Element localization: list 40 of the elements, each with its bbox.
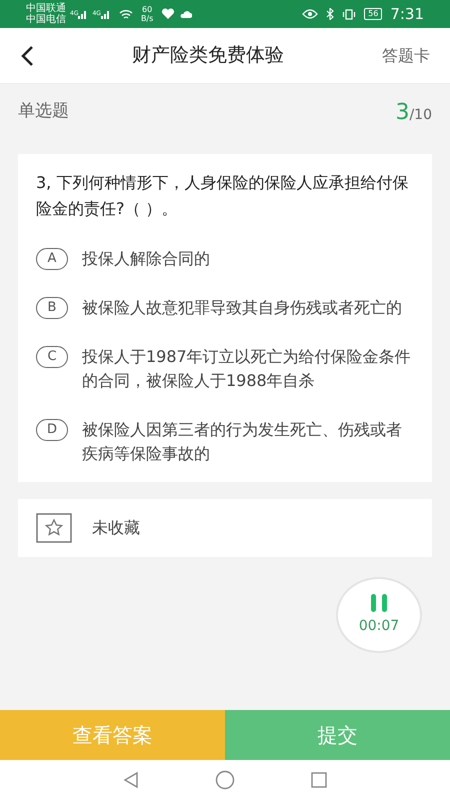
favorite-label: 未收藏 [92,517,140,539]
question-type: 单选题 [18,100,69,124]
home-nav-icon[interactable] [215,770,235,790]
option-letter: B [36,297,68,319]
answer-sheet-link[interactable]: 答题卡 [382,44,430,68]
favorite-row[interactable]: 未收藏 [18,499,432,557]
answer-option[interactable]: B 被保险人故意犯罪导致其自身伤残或者死亡的 [36,296,414,320]
signal-icon [78,9,88,19]
eye-icon [302,9,318,19]
page-title: 财产险类免费体验 [131,43,285,68]
speed-unit: B/s [140,14,154,23]
vibrate-icon [342,8,356,20]
answer-option[interactable]: C 投保人于1987年订立以死亡为给付保险金条件的合同，被保险人于1988年自杀 [36,345,414,393]
carrier-name: 中国联通 [26,3,66,14]
question-total: /10 [409,106,432,124]
back-nav-icon[interactable] [122,771,140,789]
bluetooth-icon [326,8,334,20]
answer-option[interactable]: A 投保人解除合同的 [36,247,414,271]
question-text: 3, 下列何种情形下，人身保险的保险人应承担给付保险金的责任?（ ）。 [36,172,410,220]
heart-icon [161,8,176,20]
option-text: 投保人于1987年订立以死亡为给付保险金条件的合同，被保险人于1988年自杀 [82,346,412,392]
answer-option[interactable]: D 被保险人因第三者的行为发生死亡、伤残或者疾病等保险事故的 [36,418,414,466]
option-text: 被保险人因第三者的行为发生死亡、伤残或者疾病等保险事故的 [82,419,403,465]
option-letter: D [36,419,68,441]
recents-nav-icon[interactable] [310,771,328,789]
speed-value: 60 [142,5,152,14]
battery-indicator: 56 [364,8,382,20]
wifi-icon [118,8,133,20]
question-number: 3 [395,98,410,126]
option-letter: A [36,248,68,270]
option-letter: C [36,346,68,368]
option-text: 被保险人故意犯罪导致其自身伤残或者死亡的 [82,297,402,319]
signal-icon [100,9,111,19]
carrier-name: 中国电信 [26,14,66,25]
weather-icon [179,9,192,19]
option-text: 投保人解除合同的 [82,248,210,270]
clock-time: 7:31 [390,4,424,25]
pause-icon [369,594,389,612]
timer-button[interactable]: 00:07 [336,577,422,653]
back-icon[interactable] [20,44,34,66]
